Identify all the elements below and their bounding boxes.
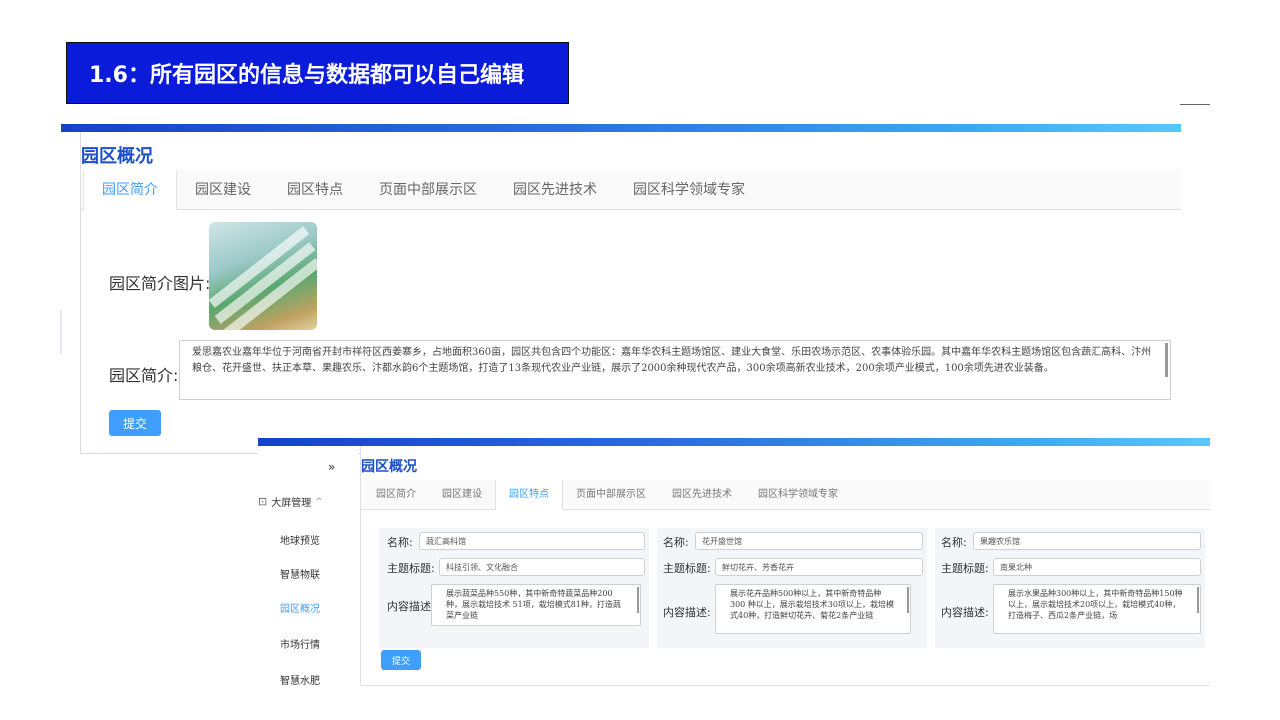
intro-image-label: 园区简介图片: <box>109 274 211 293</box>
sidebar-item-park-overview[interactable]: 园区概况 <box>280 600 320 615</box>
tab-middle-display[interactable]: 页面中部展示区 <box>361 170 495 210</box>
intro-image-thumbnail[interactable] <box>209 222 317 330</box>
name-label: 名称: <box>387 536 413 549</box>
park-overview-panel-intro: 园区概况 园区简介 园区建设 园区特点 页面中部展示区 园区先进技术 园区科学领… <box>61 124 1181 454</box>
submit-button[interactable]: 提交 <box>381 650 421 670</box>
slide-title: 1.6：所有园区的信息与数据都可以自己编辑 <box>66 42 569 104</box>
sidebar-item-smart-fertigation[interactable]: 智慧水肥 <box>280 672 320 687</box>
content-label: 内容描述: <box>387 600 435 613</box>
tab-advanced-tech[interactable]: 园区先进技术 <box>659 480 745 510</box>
section-title: 园区概况 <box>81 146 153 167</box>
tab-science-experts[interactable]: 园区科学领域专家 <box>745 480 851 510</box>
theme-label: 主题标题: <box>387 562 435 575</box>
theme-label: 主题标题: <box>941 562 989 575</box>
header-gradient-bar-2 <box>258 438 1210 446</box>
tab-park-construction[interactable]: 园区建设 <box>177 170 269 210</box>
theme-input[interactable]: 南果北种 <box>993 558 1201 576</box>
submit-button[interactable]: 提交 <box>109 410 161 436</box>
content-textarea[interactable]: 展示花卉品种500种以上，其中新奇特品种300 种以上，展示栽培技术30项以上，… <box>715 584 911 634</box>
tab-park-features[interactable]: 园区特点 <box>495 480 563 510</box>
content-label: 内容描述: <box>941 606 989 619</box>
theme-label: 主题标题: <box>663 562 711 575</box>
name-label: 名称: <box>663 536 689 549</box>
section-title: 园区概况 <box>361 459 417 475</box>
name-input[interactable]: 果趣农乐馆 <box>973 532 1201 550</box>
tab-park-intro[interactable]: 园区简介 <box>363 480 429 510</box>
sidebar-group-label: 大屏管理 <box>271 498 312 509</box>
collapse-icon[interactable]: » <box>328 460 335 474</box>
feature-card: 名称: 蔬汇高科馆 主题标题: 科技引领、文化融合 内容描述: 展示蔬菜品种55… <box>379 528 649 648</box>
tab-advanced-tech[interactable]: 园区先进技术 <box>495 170 615 210</box>
feature-cards: 名称: 蔬汇高科馆 主题标题: 科技引领、文化融合 内容描述: 展示蔬菜品种55… <box>379 528 1211 648</box>
sidebar-item-market[interactable]: 市场行情 <box>280 636 320 651</box>
name-input[interactable]: 花开盛世馆 <box>695 532 923 550</box>
theme-input[interactable]: 鲜切花卉、芳香花卉 <box>715 558 923 576</box>
tab-park-intro[interactable]: 园区简介 <box>83 170 177 210</box>
intro-desc-textarea[interactable]: 爱思嘉农业嘉年华位于河南省开封市祥符区西姜寨乡，占地面积360亩，园区共包含四个… <box>179 340 1171 400</box>
screen-icon: ⊡ <box>258 495 268 508</box>
tab-bar: 园区简介 园区建设 园区特点 页面中部展示区 园区先进技术 园区科学领域专家 <box>361 480 1211 510</box>
tab-science-experts[interactable]: 园区科学领域专家 <box>615 170 763 210</box>
theme-input[interactable]: 科技引领、文化融合 <box>439 558 645 576</box>
content-label: 内容描述: <box>663 606 711 619</box>
tab-park-features[interactable]: 园区特点 <box>269 170 361 210</box>
header-gradient-bar <box>61 124 1181 132</box>
content-textarea[interactable]: 展示水果品种300种以上，其中新奇特品种150种以上，展示栽培技术20项以上，栽… <box>993 584 1201 634</box>
tab-park-construction[interactable]: 园区建设 <box>429 480 495 510</box>
content-textarea[interactable]: 展示蔬菜品种550种，其中新奇特蔬菜品种200种，展示栽培技术 51项，栽培模式… <box>431 584 641 626</box>
sidebar-item-smart-iot[interactable]: 智慧物联 <box>280 566 320 581</box>
chevron-up-icon: ^ <box>315 496 323 507</box>
divider-line <box>1180 104 1210 105</box>
feature-card: 名称: 果趣农乐馆 主题标题: 南果北种 内容描述: 展示水果品种300种以上，… <box>935 528 1205 648</box>
tab-middle-display[interactable]: 页面中部展示区 <box>563 480 659 510</box>
decorative-line <box>60 310 62 354</box>
name-input[interactable]: 蔬汇高科馆 <box>419 532 645 550</box>
feature-card: 名称: 花开盛世馆 主题标题: 鲜切花卉、芳香花卉 内容描述: 展示花卉品种50… <box>657 528 927 648</box>
sidebar-group-screen-management[interactable]: ⊡ 大屏管理 ^ <box>258 494 358 509</box>
intro-desc-label: 园区简介: <box>109 366 179 385</box>
sidebar: » ⊡ 大屏管理 ^ 地球预览 智慧物联 园区概况 市场行情 智慧水肥 <box>258 446 358 720</box>
sidebar-item-globe-preview[interactable]: 地球预览 <box>280 532 320 547</box>
park-overview-panel-features: 园区概况 园区简介 园区建设 园区特点 页面中部展示区 园区先进技术 园区科学领… <box>360 446 1211 686</box>
tab-bar: 园区简介 园区建设 园区特点 页面中部展示区 园区先进技术 园区科学领域专家 <box>81 170 1181 210</box>
name-label: 名称: <box>941 536 967 549</box>
